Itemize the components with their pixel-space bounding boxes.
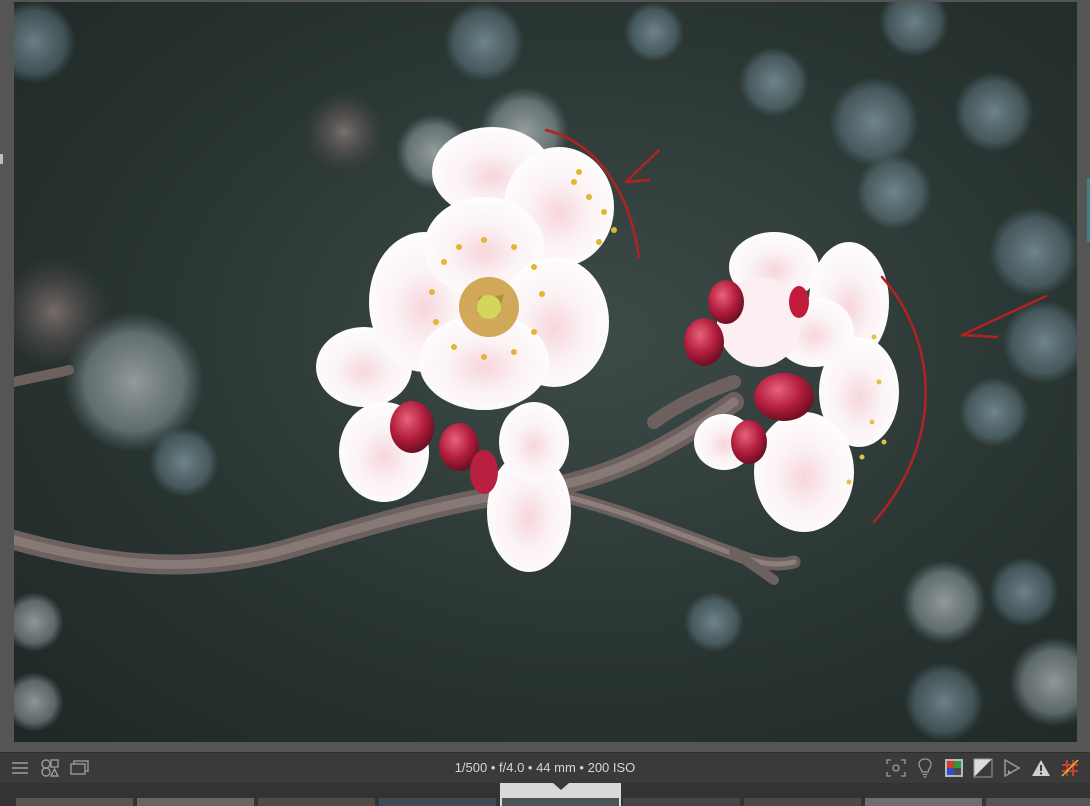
bottom-toolbar: 1/500 • f/4.0 • 44 mm • 200 ISO — [0, 752, 1090, 784]
filmstrip-thumbnail[interactable] — [744, 798, 861, 806]
filmstrip-thumbnail[interactable] — [623, 798, 740, 806]
filmstrip-thumbnail[interactable] — [986, 798, 1090, 806]
filmstrip-thumbnail-selected[interactable] — [500, 783, 621, 806]
filmstrip-thumbnail[interactable] — [865, 798, 982, 806]
image-viewport[interactable] — [0, 0, 1090, 752]
gamut-warning-icon[interactable] — [1031, 758, 1051, 778]
left-panel-collapse-handle[interactable] — [0, 154, 3, 164]
thumbnail-image — [502, 798, 619, 806]
exposure-compare-icon[interactable] — [973, 758, 993, 778]
selection-caret-icon — [552, 783, 569, 790]
focus-mask-icon[interactable] — [886, 758, 906, 778]
filmstrip-thumbnail[interactable] — [258, 798, 375, 806]
filmstrip-thumbnail[interactable] — [137, 798, 254, 806]
filmstrip-thumbnail[interactable] — [16, 798, 133, 806]
color-assessment-icon[interactable] — [944, 758, 964, 778]
darkroom-app: 1/500 • f/4.0 • 44 mm • 200 ISO — [0, 0, 1090, 806]
softproof-icon[interactable] — [1002, 758, 1022, 778]
grid-overlay-icon[interactable] — [1060, 758, 1080, 778]
lightbulb-icon[interactable] — [915, 758, 935, 778]
filmstrip-thumbnail[interactable] — [379, 798, 496, 806]
plum-blossom-photo — [14, 2, 1077, 742]
filmstrip[interactable] — [0, 783, 1090, 806]
